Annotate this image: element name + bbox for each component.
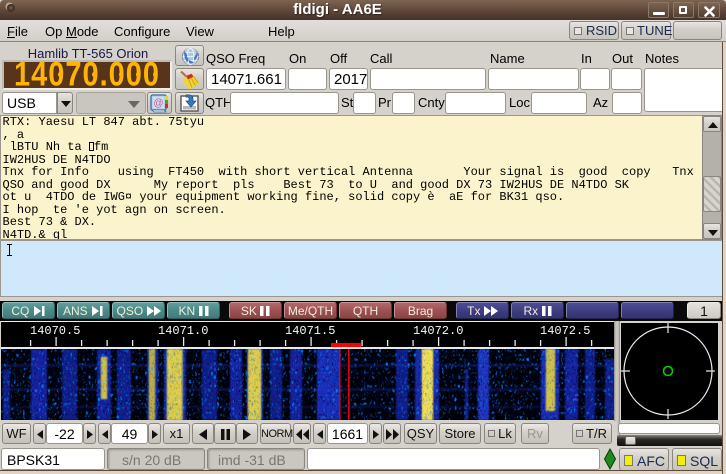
svg-text:@: @ [153, 98, 163, 109]
